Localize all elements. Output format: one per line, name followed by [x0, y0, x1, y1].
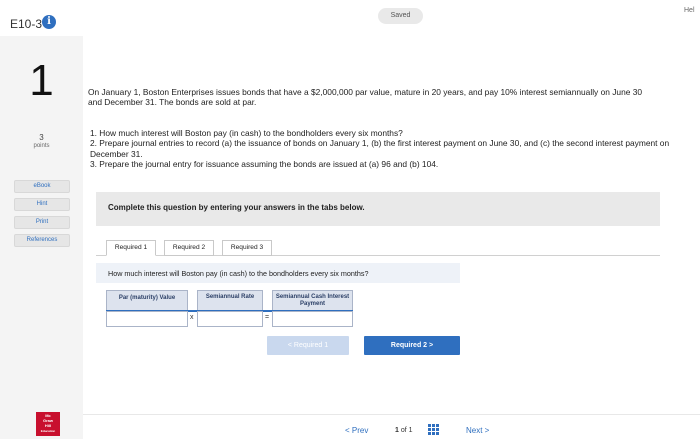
multiply-operator: x — [190, 314, 194, 321]
points-value: 3 — [39, 133, 44, 142]
footer-nav: < Prev 1 of 1 Next > — [83, 414, 700, 439]
instructions-banner: Complete this question by entering your … — [96, 192, 660, 226]
logo-text: Hill — [44, 423, 52, 428]
page-total: 1 — [408, 427, 413, 434]
tab-panel: Required 1 Required 2 Required 3 How muc… — [96, 230, 660, 360]
points-label: points — [33, 143, 50, 149]
page-of: of — [400, 427, 407, 434]
tab-required-1[interactable]: Required 1 — [106, 240, 156, 256]
task-1: 1. How much interest will Boston pay (in… — [90, 128, 403, 138]
tab-required-2[interactable]: Required 2 — [164, 240, 214, 256]
question-intro: On January 1, Boston Enterprises issues … — [88, 87, 643, 108]
ebook-button[interactable]: eBook — [14, 180, 70, 193]
logo-text: Education — [40, 429, 56, 433]
par-value-input[interactable] — [106, 311, 188, 327]
cash-interest-header: Semiannual Cash Interest Payment — [272, 290, 353, 311]
top-bar: E10-3 i Saved Hel — [0, 0, 700, 36]
tab-required-3[interactable]: Required 3 — [222, 240, 272, 256]
next-question-link[interactable]: Next > — [466, 426, 489, 435]
instructions-text: Complete this question by entering your … — [108, 203, 365, 212]
task-3: 3. Prepare the journal entry for issuanc… — [90, 159, 439, 170]
question-tasks: 1. How much interest will Boston pay (in… — [90, 128, 694, 170]
answer-grid: Par (maturity) Value Semiannual Rate Sem… — [106, 290, 353, 328]
prev-question-link[interactable]: < Prev — [345, 426, 368, 435]
assignment-title: E10-3 — [10, 17, 43, 31]
grid-icon[interactable] — [428, 424, 439, 435]
hint-button[interactable]: Hint — [14, 198, 70, 211]
page-indicator: 1 of 1 — [395, 427, 413, 434]
previous-tab-button[interactable]: < Required 1 — [267, 336, 349, 355]
saved-status: Saved — [378, 8, 423, 24]
semiannual-rate-header: Semiannual Rate — [197, 290, 263, 311]
prompt-banner: How much interest will Boston pay (in ca… — [96, 263, 460, 283]
info-icon[interactable]: i — [42, 15, 56, 29]
prompt-text: How much interest will Boston pay (in ca… — [108, 269, 369, 278]
page-current: 1 — [395, 427, 399, 434]
print-button[interactable]: Print — [14, 216, 70, 229]
semiannual-rate-input[interactable] — [197, 311, 263, 327]
equals-operator: = — [265, 314, 270, 321]
references-button[interactable]: References — [14, 234, 70, 247]
help-link[interactable]: Hel — [684, 7, 695, 14]
publisher-logo: Mc Graw Hill Education — [36, 412, 60, 436]
cash-interest-input[interactable] — [272, 311, 353, 327]
task-2: 2. Prepare journal entries to record (a)… — [90, 138, 670, 159]
par-value-header: Par (maturity) Value — [106, 290, 188, 311]
next-tab-button[interactable]: Required 2 > — [364, 336, 460, 355]
question-number: 1 — [29, 56, 54, 105]
